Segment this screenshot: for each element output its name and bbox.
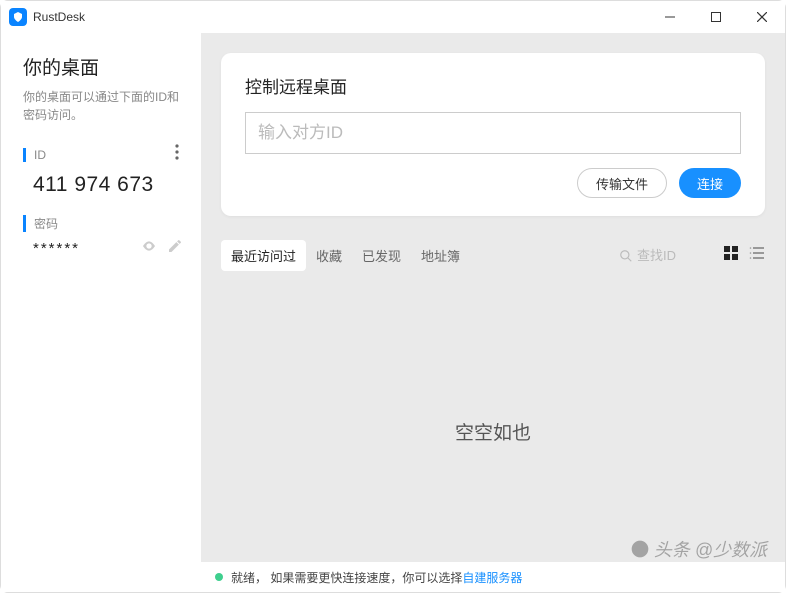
eye-icon[interactable] [141,238,157,259]
maximize-button[interactable] [693,1,739,33]
empty-text: 空空如也 [455,418,531,445]
tab-favorites[interactable]: 收藏 [306,240,352,271]
close-button[interactable] [739,1,785,33]
id-label: ID [23,148,46,162]
app-title: RustDesk [33,10,85,24]
minimize-button[interactable] [647,1,693,33]
tab-recent[interactable]: 最近访问过 [221,240,306,271]
tab-addressbook[interactable]: 地址簿 [411,240,470,271]
id-value: 411 974 673 [33,173,183,197]
connect-button[interactable]: 连接 [679,168,741,198]
connect-heading: 控制远程桌面 [245,73,741,98]
window-controls [647,1,785,33]
status-link[interactable]: 自建服务器 [462,571,522,585]
sidebar: 你的桌面 你的桌面可以通过下面的ID和密码访问。 ID 411 974 673 … [1,33,201,592]
password-label: 密码 [23,215,58,232]
grid-view-icon[interactable] [723,245,739,266]
edit-icon[interactable] [167,238,183,259]
more-icon[interactable] [171,140,183,169]
status-bar: 就绪， 如果需要更快连接速度，你可以选择自建服务器 [201,562,785,592]
transfer-button[interactable]: 传输文件 [577,168,667,198]
sidebar-heading: 你的桌面 [23,53,183,80]
sidebar-description: 你的桌面可以通过下面的ID和密码访问。 [23,88,183,124]
status-dot-icon [215,573,223,581]
password-value: ****** [33,240,141,257]
tab-discovered[interactable]: 已发现 [352,240,411,271]
tabs-row: 最近访问过 收藏 已发现 地址簿 [221,240,765,271]
remote-id-input[interactable] [245,112,741,154]
content-area: 控制远程桌面 传输文件 连接 最近访问过 收藏 已发现 地址簿 [201,33,785,592]
status-hint: 如果需要更快连接速度，你可以选择 [270,571,462,585]
search-icon [619,249,633,263]
titlebar: RustDesk [1,1,785,33]
empty-area: 空空如也 [221,271,765,592]
connect-card: 控制远程桌面 传输文件 连接 [221,53,765,216]
status-ready: 就绪， [231,571,267,585]
search-wrap [613,246,713,265]
search-input[interactable] [637,248,707,263]
app-icon [9,8,27,26]
list-view-icon[interactable] [749,245,765,266]
